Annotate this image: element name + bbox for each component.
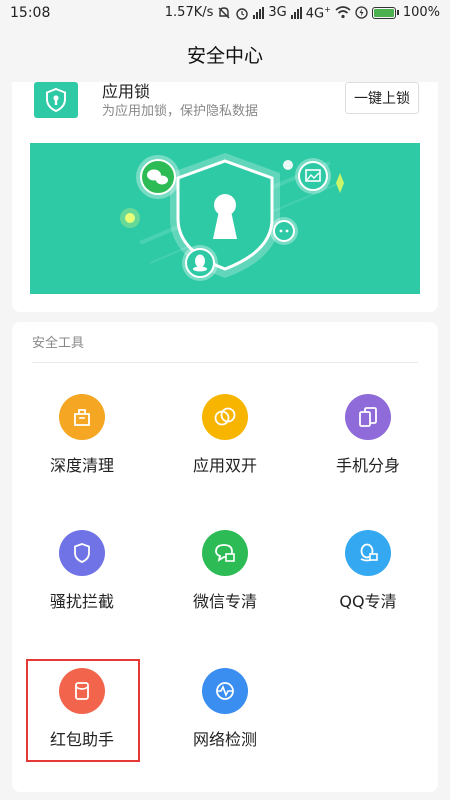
dual-circle-icon <box>202 394 248 440</box>
app-lock-banner[interactable] <box>30 143 420 294</box>
shield-lock-icon <box>34 82 78 118</box>
signal-icon-2 <box>290 6 302 19</box>
charging-icon <box>355 6 368 20</box>
app-lock-row[interactable]: 应用锁 为应用加锁，保护隐私数据 一键上锁 <box>12 82 438 128</box>
qq-clean-icon <box>345 530 391 576</box>
qq-icon <box>182 245 218 281</box>
wechat-clean-icon <box>202 530 248 576</box>
wifi-icon <box>335 6 351 19</box>
phone-clone-icon <box>345 394 391 440</box>
tool-label: 骚扰拦截 <box>49 592 114 611</box>
tool-harassment-block[interactable]: 骚扰拦截 <box>12 530 152 630</box>
network-type-1: 3G <box>268 5 287 21</box>
photo-icon <box>295 158 331 194</box>
tool-qq-clean[interactable]: QQ专清 <box>298 530 438 630</box>
section-divider <box>32 362 418 363</box>
tool-label: 应用双开 <box>192 456 257 475</box>
tool-dual-apps[interactable]: 应用双开 <box>155 394 295 494</box>
tool-label: 微信专清 <box>192 592 257 611</box>
signal-icon <box>253 6 265 19</box>
tool-phone-clone[interactable]: 手机分身 <box>298 394 438 494</box>
page-title: 安全中心 <box>186 44 263 67</box>
status-time: 15:08 <box>10 5 51 21</box>
battery-icon <box>371 6 399 19</box>
shield-icon <box>59 530 105 576</box>
tool-deep-clean[interactable]: 深度清理 <box>12 394 152 494</box>
selection-highlight <box>26 659 140 762</box>
network-type-2: 4G+ <box>305 4 331 22</box>
app-lock-subtitle: 为应用加锁，保护隐私数据 <box>102 104 259 119</box>
alarm-icon <box>236 8 249 20</box>
status-icons: 1.57K/s 3G 4G+ 100% <box>165 5 440 21</box>
tool-network-check[interactable]: 网络检测 <box>155 668 295 768</box>
section-title: 安全工具 <box>32 336 85 351</box>
page-title-bar: 安全中心 <box>0 26 450 82</box>
network-speed: 1.57K/s <box>164 5 214 21</box>
banner-illustration <box>120 153 344 281</box>
tool-label: QQ专清 <box>339 592 397 611</box>
security-tools-card: 安全工具 深度清理 应用双开 手机分身 骚扰拦截 微信专清 QQ专清 红包助手 … <box>12 322 438 792</box>
one-tap-lock-button[interactable]: 一键上锁 <box>345 82 419 114</box>
network-pulse-icon <box>202 668 248 714</box>
mute-icon <box>218 7 230 19</box>
tool-label: 手机分身 <box>335 456 400 475</box>
status-bar: 15:08 1.57K/s 3G 4G+ 100% <box>0 0 450 26</box>
tool-label: 网络检测 <box>192 730 257 749</box>
chat-icon <box>270 217 298 245</box>
battery-percent: 100% <box>402 5 440 21</box>
clean-bag-icon <box>59 394 105 440</box>
tool-label: 深度清理 <box>49 456 114 475</box>
app-lock-card: 应用锁 为应用加锁，保护隐私数据 一键上锁 <box>12 82 438 312</box>
wechat-icon <box>136 155 180 199</box>
tool-wechat-clean[interactable]: 微信专清 <box>155 530 295 630</box>
app-lock-title: 应用锁 <box>102 82 151 101</box>
